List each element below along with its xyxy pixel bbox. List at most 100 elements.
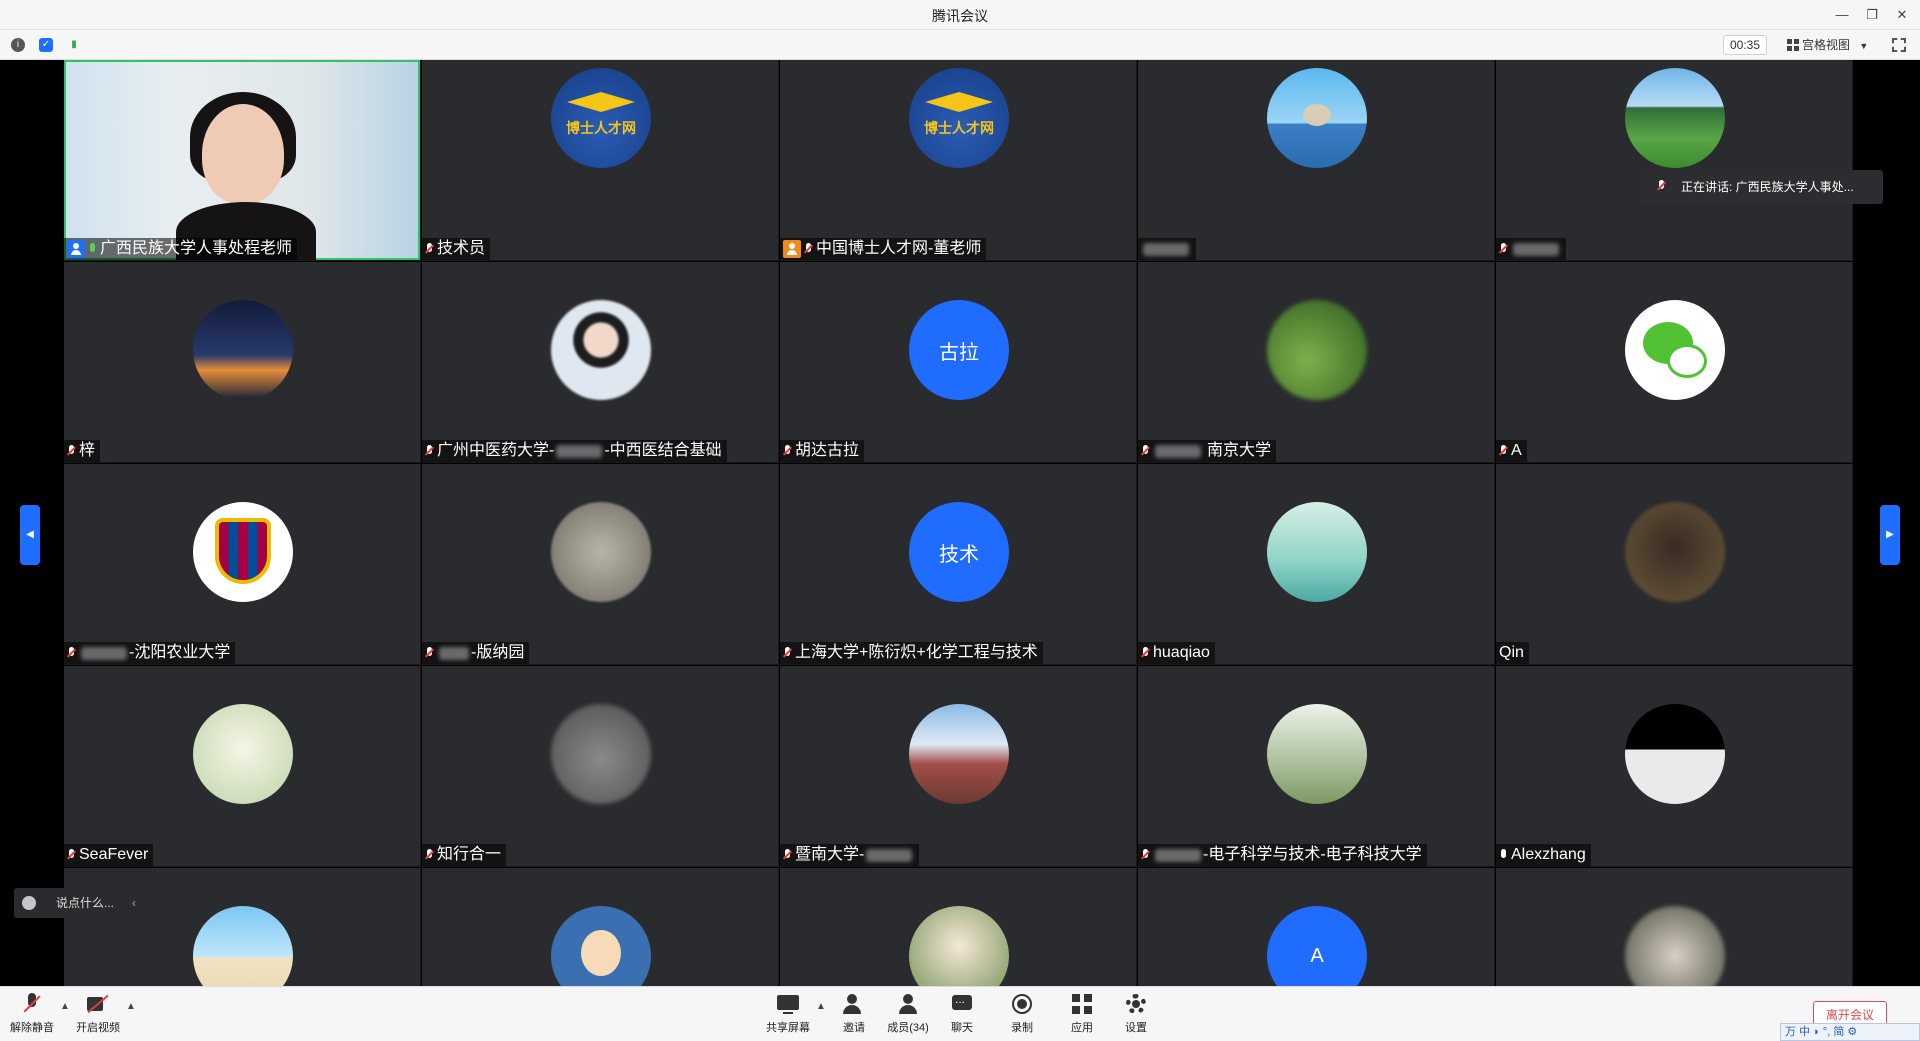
participant-tile[interactable]: -版纳园 [422, 464, 779, 665]
participant-tile[interactable]: 博士人才网 中国博士人才网-董老师 [780, 60, 1137, 261]
participant-tile[interactable]: A [1138, 868, 1495, 986]
participant-tile[interactable]: 广西民族大学人事处程老师 [64, 60, 421, 261]
signal-icon[interactable]: ▮ [67, 38, 81, 52]
participant-tile[interactable]: 博士人才网 技术员 [422, 60, 779, 261]
mic-muted-icon [1141, 848, 1150, 862]
participant-tile[interactable]: Alexzhang [1496, 666, 1853, 867]
avatar [1267, 68, 1367, 168]
start-video-button[interactable]: 开启视频 [68, 993, 128, 1037]
chevron-right-icon: ▶ [1886, 529, 1894, 540]
start-video-label: 开启视频 [76, 1022, 120, 1034]
avatar-text: 古拉 [939, 341, 979, 364]
unmute-button[interactable]: 解除静音 [2, 993, 62, 1037]
info-icon[interactable]: i [11, 38, 25, 52]
redacted-name [866, 848, 913, 862]
redacted-name [1155, 848, 1201, 862]
meeting-info-bar: i ✓ ▮ 00:35 宫格视图 ▼ [0, 30, 1920, 60]
shield-icon[interactable]: ✓ [39, 38, 53, 52]
mic-muted-icon [804, 242, 813, 256]
participant-tile[interactable] [422, 868, 779, 986]
chat-icon [951, 992, 973, 1015]
camera-off-icon [87, 993, 109, 1015]
participant-name: Alexzhang [1511, 846, 1586, 863]
redacted-name [556, 444, 603, 458]
apps-button[interactable]: 应用 [1052, 993, 1112, 1037]
participant-tile[interactable] [64, 868, 421, 986]
mic-icon [1657, 180, 1666, 193]
participant-name-tag [1138, 238, 1196, 260]
avatar-text: 博士人才网 [566, 120, 636, 136]
mic-muted-icon [1499, 444, 1508, 458]
cohost-icon [783, 240, 801, 258]
mic-muted-icon [1141, 444, 1150, 458]
ime-toolbar[interactable]: 万 中 ◗ °, 简 ⚙ [1780, 1023, 1920, 1041]
participant-name-tag: 知行合一 [422, 844, 507, 866]
view-mode-button[interactable]: 宫格视图 ▼ [1783, 35, 1879, 55]
participant-tile[interactable]: 古拉 胡达古拉 [780, 262, 1137, 463]
participant-name-tag [1496, 238, 1566, 260]
participant-tile[interactable]: -电子科学与技术-电子科技大学 [1138, 666, 1495, 867]
participant-name-suffix: -中西医结合基础 [604, 442, 722, 459]
participant-tile[interactable]: 暨南大学- [780, 666, 1137, 867]
chat-button[interactable]: 聊天 [932, 992, 992, 1037]
participant-tile[interactable] [1496, 60, 1853, 261]
chat-placeholder: 说点什么... [56, 896, 115, 910]
close-button[interactable]: ✕ [1890, 4, 1914, 26]
participant-name-tag: huaqiao [1138, 642, 1215, 664]
minimize-button[interactable]: — [1830, 4, 1854, 26]
participant-tile[interactable]: SeaFever [64, 666, 421, 867]
speaking-text: 正在讲话: 广西民族大学人事处... [1681, 180, 1854, 194]
participant-name: 南京大学 [1207, 442, 1272, 459]
video-options-chevron-icon[interactable]: ▲ [126, 1001, 136, 1012]
redacted-name [439, 646, 469, 660]
prev-page-button[interactable]: ◀ [20, 505, 40, 565]
members-icon [897, 993, 919, 1015]
redacted-name [81, 646, 127, 660]
participant-name-tag: 技术员 [422, 238, 491, 260]
participant-tile[interactable]: 知行合一 [422, 666, 779, 867]
avatar [193, 502, 293, 602]
emoji-icon[interactable] [22, 896, 36, 910]
members-label: 成员(34) [887, 1022, 929, 1034]
chat-quick-input[interactable]: 说点什么... ‹ [14, 888, 150, 918]
mic-muted-icon [425, 848, 434, 862]
participant-tile[interactable]: 梓 [64, 262, 421, 463]
participant-name: 暨南大学- [795, 846, 865, 863]
participant-tile[interactable]: huaqiao [1138, 464, 1495, 665]
restore-button[interactable]: ❐ [1860, 4, 1884, 26]
participant-name-tag: 暨南大学- [780, 844, 920, 866]
participant-name-tag: -电子科学与技术-电子科技大学 [1138, 844, 1427, 866]
fullscreen-icon[interactable] [1892, 38, 1906, 52]
participant-tile[interactable] [780, 868, 1137, 986]
next-page-button[interactable]: ▶ [1880, 505, 1900, 565]
avatar: 博士人才网 [909, 68, 1009, 168]
chat-label: 聊天 [951, 1022, 973, 1034]
participant-tile[interactable]: 南京大学 [1138, 262, 1495, 463]
participant-tile[interactable]: -沈阳农业大学 [64, 464, 421, 665]
participant-tile[interactable] [1138, 60, 1495, 261]
mic-muted-icon [1141, 646, 1150, 660]
participant-tile[interactable]: 广州中医药大学- -中西医结合基础 [422, 262, 779, 463]
host-icon [67, 240, 85, 258]
avatar [193, 906, 293, 986]
members-button[interactable]: 成员(34) [878, 993, 938, 1037]
settings-button[interactable]: 设置 [1106, 993, 1166, 1037]
self-video-feed [64, 60, 420, 260]
participant-name-tag: 胡达古拉 [780, 440, 865, 462]
invite-button[interactable]: 邀请 [824, 993, 884, 1037]
grid-view-icon [1787, 39, 1799, 51]
record-button[interactable]: 录制 [992, 993, 1052, 1037]
avatar [1267, 704, 1367, 804]
participant-name-tag: SeaFever [64, 844, 154, 866]
share-screen-button[interactable]: 共享屏幕 [758, 993, 818, 1037]
avatar: 博士人才网 [551, 68, 651, 168]
participant-tile[interactable]: 技术 上海大学+陈衍炽+化学工程与技术 [780, 464, 1137, 665]
participant-tile[interactable]: A [1496, 262, 1853, 463]
participant-tile[interactable] [1496, 868, 1853, 986]
meeting-timer: 00:35 [1723, 35, 1767, 55]
chevron-left-icon: ◀ [26, 529, 34, 540]
collapse-icon[interactable]: ‹ [132, 888, 136, 918]
title-bar: 腾讯会议 — ❐ ✕ [0, 0, 1920, 30]
participant-name: SeaFever [79, 846, 149, 863]
participant-tile[interactable]: Qin [1496, 464, 1853, 665]
